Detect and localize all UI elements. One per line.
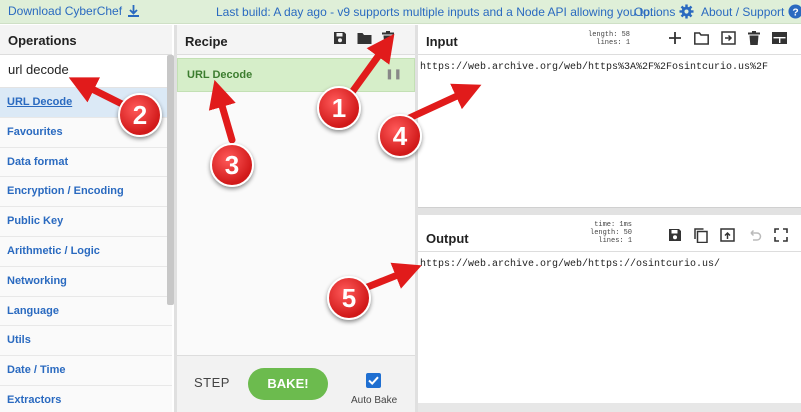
stat-label: length: <box>588 31 618 39</box>
help-icon: ? <box>788 4 801 19</box>
open-folder-icon[interactable] <box>694 31 709 45</box>
output-stats: time: 1ms length: 50 lines: 1 <box>590 221 632 245</box>
input-length: 58 <box>621 31 631 39</box>
operations-search-input[interactable]: url decode <box>0 55 172 88</box>
recipe-operation-url-decode[interactable]: URL Decode ❚❚ <box>177 58 415 92</box>
options-label: Options <box>634 4 676 19</box>
auto-bake-label: Auto Bake <box>351 395 398 406</box>
build-notice[interactable]: Last build: A day ago - v9 supports mult… <box>216 5 660 19</box>
undo-icon[interactable] <box>747 228 762 242</box>
output-panel: Output time: 1ms length: 50 lines: 1 htt… <box>418 215 801 412</box>
layout-icon[interactable] <box>772 31 787 45</box>
save-output-icon[interactable] <box>668 228 682 242</box>
download-label: Download CyberChef <box>8 4 123 18</box>
delete-icon[interactable] <box>748 31 760 45</box>
input-stats: length: 58 lines: 1 <box>588 31 630 47</box>
folder-icon[interactable] <box>357 31 372 45</box>
category-language[interactable]: Language <box>0 296 172 327</box>
category-arithmetic-logic[interactable]: Arithmetic / Logic <box>0 236 172 267</box>
top-banner: Download CyberChef Last build: A day ago… <box>0 0 801 24</box>
category-networking[interactable]: Networking <box>0 266 172 297</box>
annotation-marker-3: 3 <box>210 143 254 187</box>
output-textarea[interactable]: https://web.archive.org/web/https://osin… <box>420 259 720 270</box>
trash-icon[interactable] <box>382 31 394 45</box>
plus-icon[interactable] <box>668 31 682 45</box>
annotation-marker-4: 4 <box>378 114 422 158</box>
maximize-icon[interactable] <box>774 228 788 242</box>
about-label: About / Support <box>701 4 785 19</box>
options-link[interactable]: Options <box>634 4 694 19</box>
download-icon <box>128 5 140 17</box>
recipe-panel: Recipe URL Decode ❚❚ STEP BAKE! Auto Bak… <box>177 25 415 412</box>
annotation-marker-1: 1 <box>317 86 361 130</box>
open-file-icon[interactable] <box>721 31 736 45</box>
auto-bake-checkbox[interactable] <box>366 373 381 388</box>
category-data-format[interactable]: Data format <box>0 147 172 178</box>
output-title: Output <box>426 231 469 246</box>
copy-icon[interactable] <box>694 228 708 243</box>
input-lines: 1 <box>625 39 631 47</box>
recipe-controls: STEP BAKE! Auto Bake <box>177 355 415 412</box>
operations-scrollbar[interactable] <box>167 55 174 305</box>
input-title: Input <box>426 34 458 49</box>
stat-label: time: <box>594 221 616 229</box>
category-public-key[interactable]: Public Key <box>0 207 172 237</box>
output-time: 1ms <box>619 221 633 229</box>
annotation-marker-2: 2 <box>118 93 162 137</box>
category-extractors[interactable]: Extractors <box>0 385 172 412</box>
stat-label: lines: <box>596 39 622 47</box>
stat-label: length: <box>590 229 620 237</box>
svg-text:?: ? <box>793 7 799 18</box>
replace-input-icon[interactable] <box>720 228 735 242</box>
step-button[interactable]: STEP <box>194 375 230 390</box>
output-lines: 1 <box>627 237 633 245</box>
input-header: Input length: 58 lines: 1 <box>418 25 801 55</box>
output-length: 50 <box>623 229 633 237</box>
gear-icon <box>679 4 694 19</box>
operations-panel: Operations url decode URL Decode Favouri… <box>0 25 174 412</box>
io-divider[interactable] <box>418 207 801 215</box>
category-utils[interactable]: Utils <box>0 326 172 357</box>
category-encryption-encoding[interactable]: Encryption / Encoding <box>0 177 172 208</box>
operations-title: Operations <box>0 25 172 55</box>
about-support-link[interactable]: About / Support ? <box>701 4 801 19</box>
stat-label: lines: <box>598 237 624 245</box>
input-textarea[interactable]: https://web.archive.org/web/https%3A%2F%… <box>420 62 768 73</box>
category-date-time[interactable]: Date / Time <box>0 356 172 386</box>
output-header: Output time: 1ms length: 50 lines: 1 <box>418 215 801 252</box>
download-link[interactable]: Download CyberChef <box>8 4 140 18</box>
recipe-header: Recipe <box>177 25 415 55</box>
bake-button[interactable]: BAKE! <box>248 368 328 400</box>
annotation-marker-5: 5 <box>327 276 371 320</box>
input-panel: Input length: 58 lines: 1 https://web.ar… <box>418 25 801 207</box>
output-status-bar <box>418 403 801 412</box>
pause-icon[interactable]: ❚❚ <box>385 69 402 80</box>
recipe-title: Recipe <box>185 34 228 49</box>
checkmark-icon <box>368 376 379 386</box>
recipe-operation-label: URL Decode <box>187 69 253 81</box>
save-icon[interactable] <box>333 31 347 45</box>
